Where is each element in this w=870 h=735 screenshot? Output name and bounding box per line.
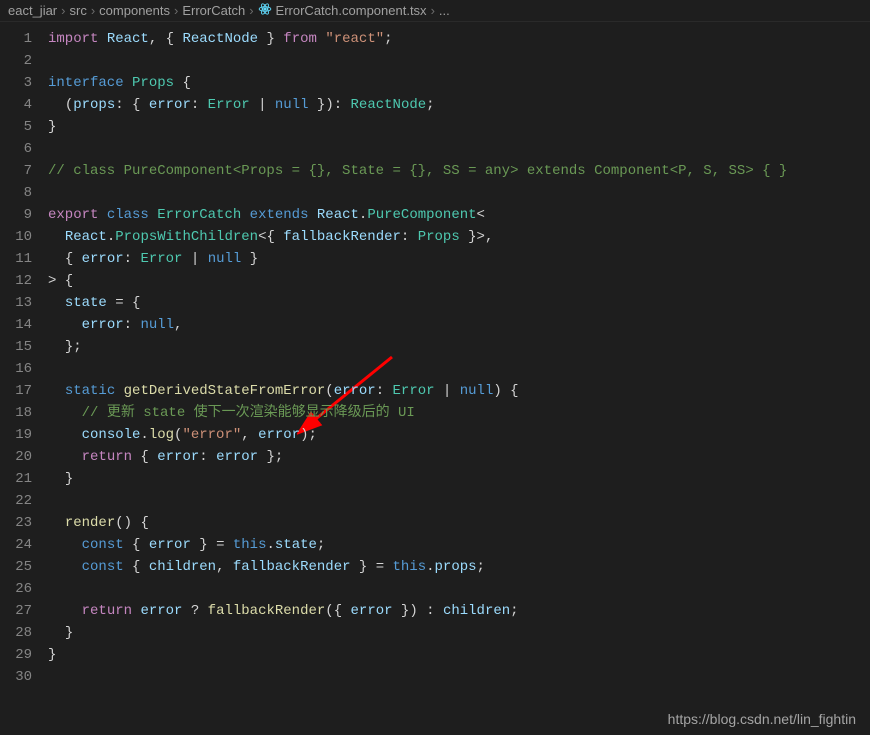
code-line[interactable] <box>42 490 870 512</box>
breadcrumb-part[interactable]: components <box>99 3 170 18</box>
line-number: 16 <box>0 358 32 380</box>
line-number: 20 <box>0 446 32 468</box>
line-number: 7 <box>0 160 32 182</box>
breadcrumb-part[interactable]: eact_jiar <box>8 3 57 18</box>
line-number: 8 <box>0 182 32 204</box>
code-editor[interactable]: 1234567891011121314151617181920212223242… <box>0 22 870 735</box>
code-line[interactable]: } <box>42 644 870 666</box>
line-number: 12 <box>0 270 32 292</box>
code-line[interactable]: state = { <box>42 292 870 314</box>
code-line[interactable]: { error: Error | null } <box>42 248 870 270</box>
code-line[interactable]: const { children, fallbackRender } = thi… <box>42 556 870 578</box>
code-line[interactable]: error: null, <box>42 314 870 336</box>
code-line[interactable]: } <box>42 468 870 490</box>
line-number: 14 <box>0 314 32 336</box>
code-line[interactable]: console.log("error", error); <box>42 424 870 446</box>
line-number: 25 <box>0 556 32 578</box>
line-number: 26 <box>0 578 32 600</box>
line-number: 18 <box>0 402 32 424</box>
code-line[interactable] <box>42 138 870 160</box>
line-number: 2 <box>0 50 32 72</box>
breadcrumb-ellipsis[interactable]: ... <box>439 3 450 18</box>
line-number: 9 <box>0 204 32 226</box>
code-line[interactable]: const { error } = this.state; <box>42 534 870 556</box>
line-number: 11 <box>0 248 32 270</box>
line-number: 15 <box>0 336 32 358</box>
code-line[interactable]: } <box>42 116 870 138</box>
react-icon <box>258 2 272 19</box>
line-number: 22 <box>0 490 32 512</box>
code-line[interactable] <box>42 50 870 72</box>
line-number: 1 <box>0 28 32 50</box>
line-number: 4 <box>0 94 32 116</box>
code-line[interactable]: import React, { ReactNode } from "react"… <box>42 28 870 50</box>
code-line[interactable] <box>42 358 870 380</box>
code-line[interactable]: }; <box>42 336 870 358</box>
breadcrumb-file[interactable]: ErrorCatch.component.tsx <box>276 3 427 18</box>
line-number: 6 <box>0 138 32 160</box>
breadcrumb[interactable]: eact_jiar › src › components › ErrorCatc… <box>0 0 870 22</box>
code-line[interactable]: // class PureComponent<Props = {}, State… <box>42 160 870 182</box>
code-line[interactable]: static getDerivedStateFromError(error: E… <box>42 380 870 402</box>
line-number: 27 <box>0 600 32 622</box>
line-number: 13 <box>0 292 32 314</box>
line-number: 30 <box>0 666 32 688</box>
line-number: 28 <box>0 622 32 644</box>
line-number: 3 <box>0 72 32 94</box>
code-line[interactable] <box>42 182 870 204</box>
line-number-gutter: 1234567891011121314151617181920212223242… <box>0 22 42 735</box>
line-number: 19 <box>0 424 32 446</box>
code-line[interactable]: render() { <box>42 512 870 534</box>
code-line[interactable]: return error ? fallbackRender({ error })… <box>42 600 870 622</box>
line-number: 29 <box>0 644 32 666</box>
code-line[interactable]: return { error: error }; <box>42 446 870 468</box>
line-number: 17 <box>0 380 32 402</box>
code-line[interactable]: interface Props { <box>42 72 870 94</box>
code-line[interactable]: } <box>42 622 870 644</box>
code-line[interactable] <box>42 666 870 688</box>
line-number: 21 <box>0 468 32 490</box>
chevron-right-icon: › <box>61 3 65 18</box>
line-number: 5 <box>0 116 32 138</box>
chevron-right-icon: › <box>91 3 95 18</box>
code-line[interactable]: // 更新 state 使下一次渲染能够显示降级后的 UI <box>42 402 870 424</box>
code-line[interactable]: export class ErrorCatch extends React.Pu… <box>42 204 870 226</box>
code-area[interactable]: import React, { ReactNode } from "react"… <box>42 22 870 735</box>
chevron-right-icon: › <box>249 3 253 18</box>
code-line[interactable]: (props: { error: Error | null }): ReactN… <box>42 94 870 116</box>
line-number: 23 <box>0 512 32 534</box>
chevron-right-icon: › <box>431 3 435 18</box>
code-line[interactable]: > { <box>42 270 870 292</box>
watermark-text: https://blog.csdn.net/lin_fightin <box>668 711 856 727</box>
breadcrumb-part[interactable]: ErrorCatch <box>182 3 245 18</box>
code-line[interactable]: React.PropsWithChildren<{ fallbackRender… <box>42 226 870 248</box>
code-line[interactable] <box>42 578 870 600</box>
line-number: 10 <box>0 226 32 248</box>
chevron-right-icon: › <box>174 3 178 18</box>
breadcrumb-part[interactable]: src <box>69 3 86 18</box>
line-number: 24 <box>0 534 32 556</box>
